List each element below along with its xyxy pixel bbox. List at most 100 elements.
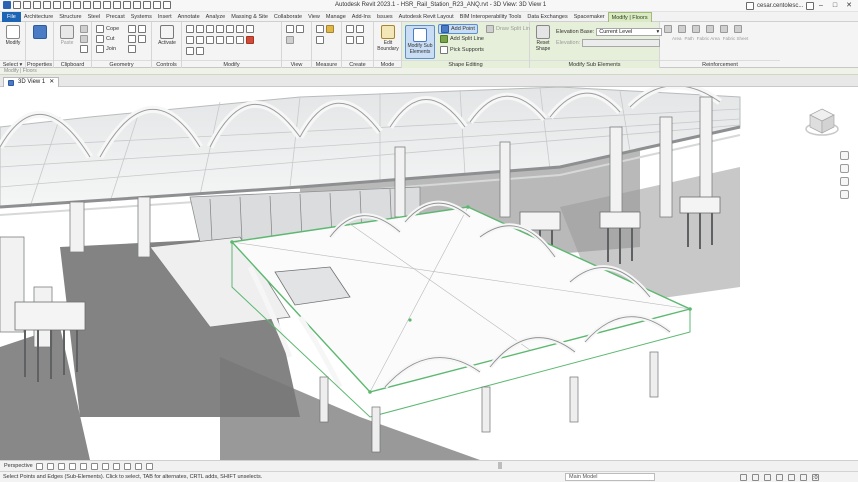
scale-icon[interactable]: [226, 36, 234, 44]
measure-icon[interactable]: [83, 1, 91, 9]
section-icon[interactable]: [133, 1, 141, 9]
orbit-icon[interactable]: [839, 190, 849, 199]
save-icon[interactable]: [33, 1, 41, 9]
analytical-model-icon[interactable]: [146, 463, 153, 470]
revit-logo-icon[interactable]: [3, 1, 11, 9]
tape-measure-icon[interactable]: [326, 25, 334, 33]
pan-icon[interactable]: [839, 177, 849, 186]
pick-supports-button[interactable]: Pick Supports: [440, 46, 484, 54]
unjoin-icon[interactable]: [128, 45, 136, 53]
tab-data-exchanges[interactable]: Data Exchanges: [524, 12, 570, 22]
reveal-hidden-icon[interactable]: [124, 463, 131, 470]
visual-style-icon[interactable]: [36, 463, 43, 470]
add-split-line-button[interactable]: Add Split Line: [440, 35, 484, 43]
tag-icon[interactable]: [103, 1, 111, 9]
3d-viewport[interactable]: [0, 87, 858, 460]
sun-path-icon[interactable]: [47, 463, 54, 470]
dimension-icon[interactable]: [93, 1, 101, 9]
open-icon[interactable]: [23, 1, 31, 9]
cut-icon[interactable]: [80, 35, 88, 43]
path-rebar-icon[interactable]: [692, 25, 700, 33]
shadows-icon[interactable]: [58, 463, 65, 470]
tab-autodesk-revit-layout[interactable]: Autodesk Revit Layout: [396, 12, 457, 22]
tab-collaborate[interactable]: Collaborate: [271, 12, 305, 22]
horizontal-scrollbar[interactable]: [498, 462, 502, 469]
filter-icon[interactable]: [800, 474, 807, 481]
split-icon[interactable]: [236, 25, 244, 33]
station-model[interactable]: [0, 87, 858, 460]
create-assembly-icon[interactable]: [346, 25, 354, 33]
paint-icon[interactable]: [128, 35, 136, 43]
split-gap-icon[interactable]: [196, 47, 204, 55]
mirror-axis-icon[interactable]: [206, 25, 214, 33]
elevation-input[interactable]: [582, 39, 661, 47]
tab-spacemaker[interactable]: Spacemaker: [571, 12, 608, 22]
tab-annotate[interactable]: Annotate: [175, 12, 203, 22]
select-links-icon[interactable]: [752, 474, 759, 481]
select-by-face-icon[interactable]: [776, 474, 783, 481]
match-props-icon[interactable]: [80, 45, 88, 53]
create-parts-icon[interactable]: [356, 25, 364, 33]
undo-icon[interactable]: [53, 1, 61, 9]
area-rebar-icon[interactable]: [678, 25, 686, 33]
tab-view[interactable]: View: [305, 12, 323, 22]
perspective-label[interactable]: Perspective: [4, 463, 33, 469]
worksets-icon[interactable]: [740, 474, 747, 481]
properties-button[interactable]: [27, 25, 53, 40]
delete-icon[interactable]: [246, 36, 254, 44]
sync-icon[interactable]: [43, 1, 51, 9]
align-icon[interactable]: [186, 25, 194, 33]
trim-extend-icon[interactable]: [186, 47, 194, 55]
paste-button[interactable]: Paste: [54, 25, 80, 46]
steering-wheel-icon[interactable]: [839, 151, 849, 160]
tab-issues[interactable]: Issues: [374, 12, 396, 22]
tab-insert[interactable]: Insert: [155, 12, 175, 22]
active-model-select[interactable]: Main Model: [565, 473, 655, 481]
rotate-icon[interactable]: [206, 36, 214, 44]
tab-massing-site[interactable]: Massing & Site: [228, 12, 271, 22]
override-icon[interactable]: [296, 25, 304, 33]
view-tab-3d-view-1[interactable]: 3D View 1 ✕: [3, 77, 60, 87]
switch-windows-icon[interactable]: [163, 1, 171, 9]
reset-shape-button[interactable]: Reset Shape: [532, 25, 554, 52]
user-account[interactable]: cesar.centolesc...: [746, 2, 815, 10]
minimize-button[interactable]: –: [814, 0, 828, 11]
rebar-cover-icon[interactable]: [734, 25, 742, 33]
array-icon[interactable]: [216, 36, 224, 44]
activate-button[interactable]: Activate: [154, 25, 180, 46]
tab-architecture[interactable]: Architecture: [21, 12, 56, 22]
select-pinned-icon[interactable]: [764, 474, 771, 481]
thin-lines-icon[interactable]: [143, 1, 151, 9]
hide-icon[interactable]: [286, 25, 294, 33]
structural-rebar-icon[interactable]: [664, 25, 672, 33]
tab-systems[interactable]: Systems: [128, 12, 155, 22]
split-face-icon[interactable]: [138, 25, 146, 33]
edit-boundary-button[interactable]: Edit Boundary: [375, 25, 401, 52]
linework-icon[interactable]: [286, 36, 294, 44]
tab-add-ins[interactable]: Add-Ins: [349, 12, 374, 22]
viewcube-icon[interactable]: [804, 103, 840, 139]
tab-modify-floors[interactable]: Modify | Floors: [607, 11, 652, 22]
crop-view-icon[interactable]: [91, 463, 98, 470]
close-hidden-icon[interactable]: [153, 1, 161, 9]
tab-analyze[interactable]: Analyze: [203, 12, 229, 22]
print-icon[interactable]: [73, 1, 81, 9]
copy-element-icon[interactable]: [196, 36, 204, 44]
cope-button[interactable]: Cope: [96, 25, 119, 33]
mirror-draw-icon[interactable]: [216, 25, 224, 33]
copy-icon[interactable]: [80, 25, 88, 33]
join-button[interactable]: Join: [96, 45, 116, 53]
maximize-button[interactable]: □: [828, 0, 842, 11]
worksharing-display-icon[interactable]: [135, 463, 142, 470]
offset-icon[interactable]: [196, 25, 204, 33]
tab-precast[interactable]: Precast: [103, 12, 128, 22]
tab-manage[interactable]: Manage: [323, 12, 349, 22]
create-group-icon[interactable]: [346, 36, 354, 44]
tab-file[interactable]: File: [2, 11, 21, 22]
pin-icon[interactable]: [246, 25, 254, 33]
tab-structure[interactable]: Structure: [56, 12, 84, 22]
wall-joins-icon[interactable]: [128, 25, 136, 33]
close-icon[interactable]: ✕: [49, 78, 54, 87]
fabric-area-icon[interactable]: [706, 25, 714, 33]
cut-geometry-button[interactable]: Cut: [96, 35, 115, 43]
